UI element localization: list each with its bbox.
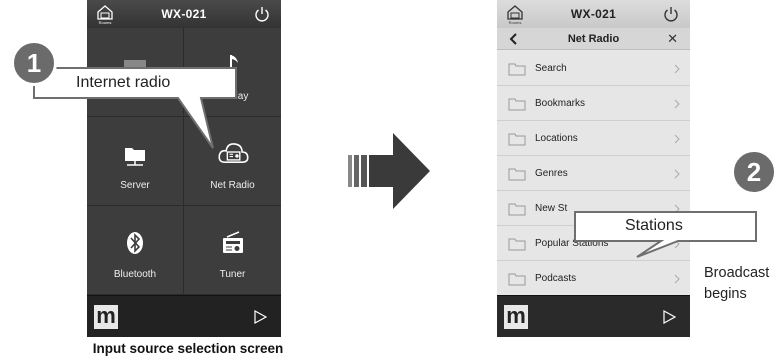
list-item-bookmarks[interactable]: Bookmarks <box>497 86 690 121</box>
list-item-label: New St <box>535 202 568 214</box>
device-name: WX-021 <box>161 7 207 21</box>
source-label: Net Radio <box>210 180 255 191</box>
power-icon[interactable] <box>662 5 680 23</box>
status-bar: Rooms WX-021 <box>497 0 690 28</box>
folder-server-icon <box>125 148 145 166</box>
list-item-label: Bookmarks <box>535 97 586 109</box>
chevron-right-icon <box>674 274 680 284</box>
source-label: Server <box>120 180 150 191</box>
musiccast-logo[interactable]: m <box>504 305 528 329</box>
musiccast-logo[interactable]: m <box>94 305 118 329</box>
source-label: AirPlay <box>216 91 249 102</box>
net-radio-screen: Rooms WX-021 Net Radio ✕ Search Bookmark… <box>497 0 690 337</box>
source-label: Bluetooth <box>113 269 157 280</box>
list-item-label: Popular Stations <box>535 237 609 249</box>
folder-icon <box>508 273 526 286</box>
list-item-search[interactable]: Search <box>497 51 690 86</box>
callout-2-text: Stations <box>625 217 683 234</box>
back-chevron-icon[interactable] <box>507 32 521 46</box>
chevron-right-icon <box>674 169 680 179</box>
folder-icon <box>508 238 526 251</box>
home-icon[interactable]: Rooms <box>95 3 115 25</box>
list-item-label: Locations <box>535 132 578 144</box>
power-icon[interactable] <box>253 5 271 23</box>
chevron-right-icon <box>674 64 680 74</box>
folder-icon <box>508 133 526 146</box>
list-item-podcasts[interactable]: Podcasts <box>497 261 690 296</box>
broadcast-note-line1: Broadcast <box>704 265 770 281</box>
list-item-locations[interactable]: Locations <box>497 121 690 156</box>
device-name: WX-021 <box>570 7 617 21</box>
home-icon[interactable]: Rooms <box>505 3 525 25</box>
source-tile-net-radio[interactable]: Net Radio <box>184 117 281 206</box>
music-note-icon <box>224 55 238 74</box>
list-item-genres[interactable]: Genres <box>497 156 690 191</box>
step-2-badge: 2 <box>731 149 777 195</box>
radio-tuner-icon <box>222 231 243 253</box>
source-label: Tuner <box>219 269 246 280</box>
status-bar: Rooms WX-021 <box>87 0 281 28</box>
net-radio-list: Search Bookmarks Locations Genres New St… <box>497 51 690 296</box>
list-item-label: Genres <box>535 167 568 179</box>
source-tile-airplay[interactable]: AirPlay <box>184 28 281 117</box>
source-tile-server[interactable]: Server <box>87 117 184 206</box>
chevron-right-icon <box>674 239 680 249</box>
svg-text:Rooms: Rooms <box>509 20 522 25</box>
source-grid: AirPlay Server Net Radio Bluetooth Tuner <box>87 28 281 295</box>
folder-icon <box>508 168 526 181</box>
chevron-right-icon <box>674 99 680 109</box>
screen-caption: Input source selection screen <box>92 341 284 356</box>
step-1-badge: 1 <box>11 40 57 86</box>
broadcast-note-line2: begins <box>704 286 747 302</box>
player-bar: m <box>497 295 690 337</box>
list-item-label: Search <box>535 62 567 74</box>
play-icon[interactable] <box>253 310 267 324</box>
source-tile-tuner[interactable]: Tuner <box>184 206 281 295</box>
bluetooth-icon <box>127 232 143 254</box>
folder-icon <box>508 98 526 111</box>
nav-bar: Net Radio ✕ <box>497 28 690 50</box>
callout-1-text: Internet radio <box>76 74 171 91</box>
broadcast-note: Broadcast begins <box>704 263 769 305</box>
source-tile-bluetooth[interactable]: Bluetooth <box>87 206 184 295</box>
svg-text:Rooms: Rooms <box>99 20 112 25</box>
chevron-right-icon <box>674 204 680 214</box>
close-icon[interactable]: ✕ <box>667 31 678 47</box>
play-icon[interactable] <box>662 310 676 324</box>
input-source-screen: Rooms WX-021 AirPlay Server Net Radio Bl… <box>87 0 281 337</box>
chevron-right-icon <box>674 134 680 144</box>
source-tile-hidden[interactable] <box>87 28 184 117</box>
next-step-arrow <box>348 133 430 209</box>
list-item-label: Podcasts <box>535 272 577 284</box>
player-bar: m <box>87 295 281 337</box>
cloud-radio-icon <box>217 143 249 163</box>
nav-title: Net Radio <box>567 32 620 45</box>
folder-icon <box>508 203 526 216</box>
folder-icon <box>508 63 526 76</box>
